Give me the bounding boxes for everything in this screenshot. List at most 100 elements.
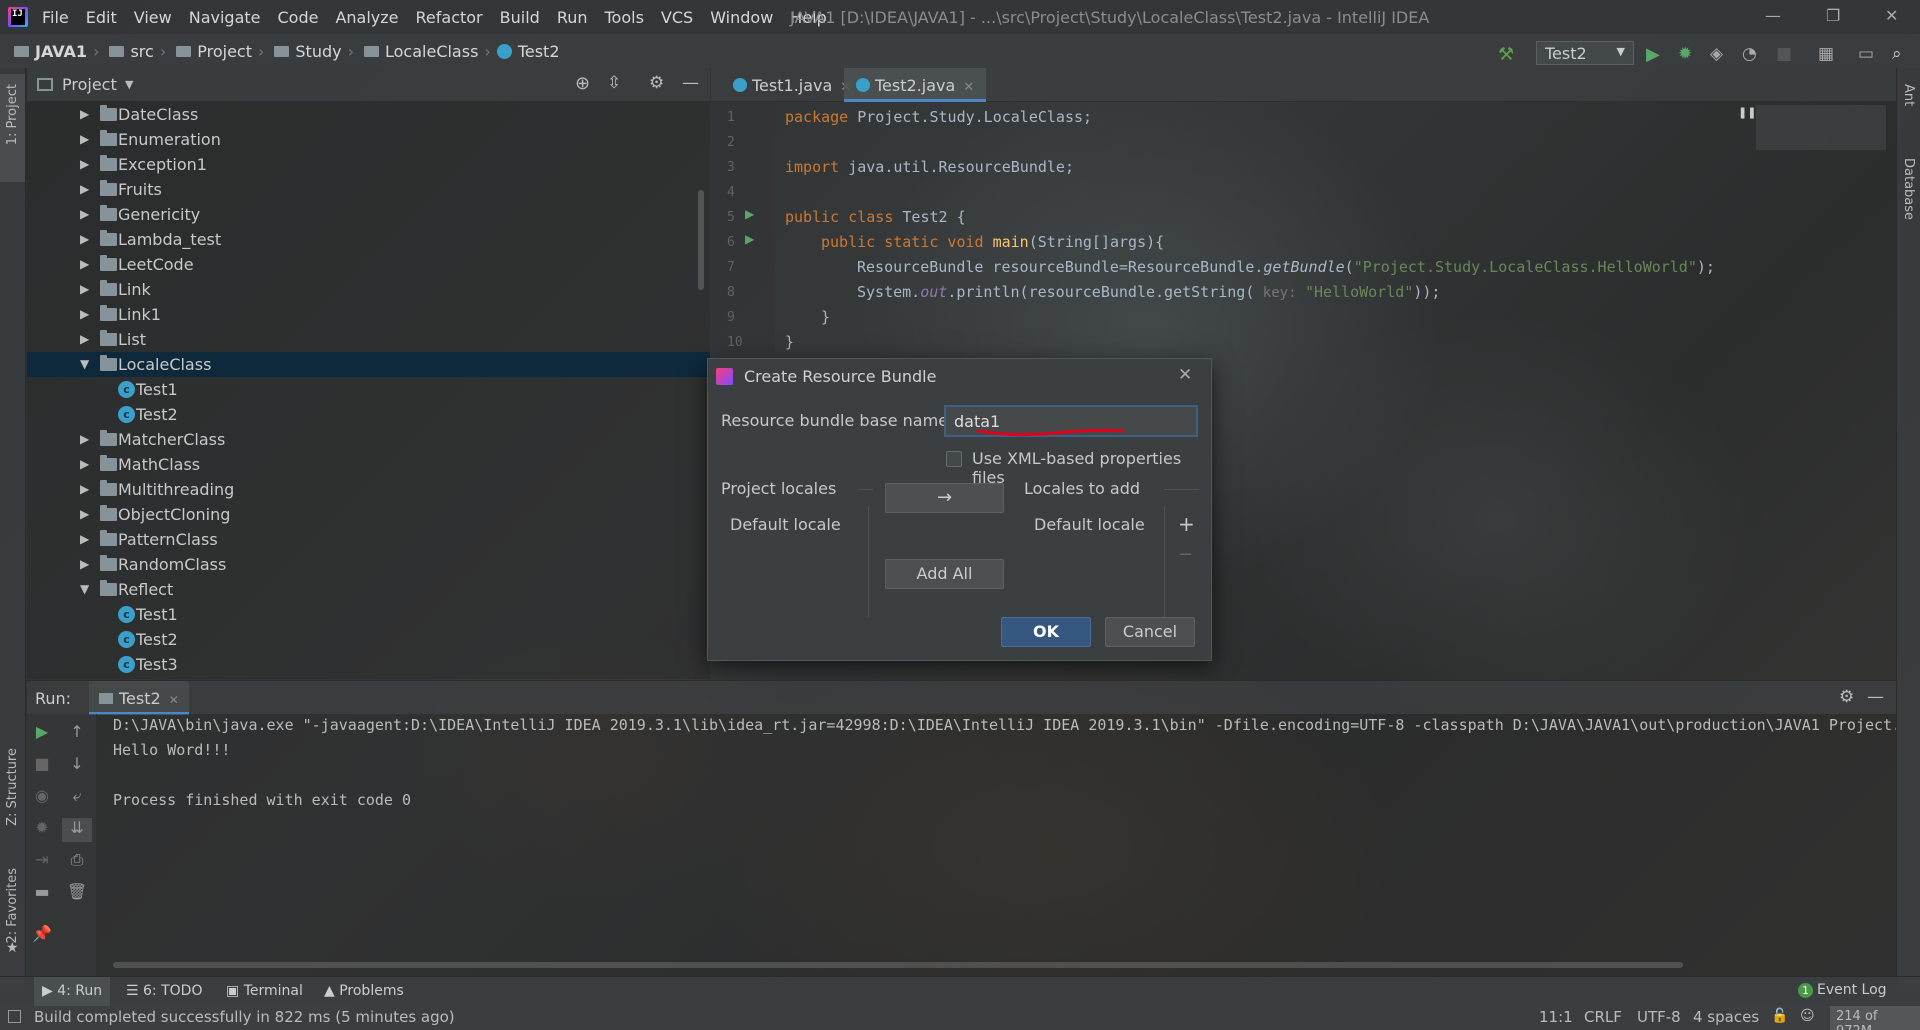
tree-item[interactable]: ▶ Enumeration: [27, 127, 710, 152]
locate-icon[interactable]: ⊕: [575, 73, 590, 94]
remove-locale-button[interactable]: −: [1178, 544, 1193, 565]
presentation-icon[interactable]: ▭: [1858, 44, 1876, 64]
tool-tab-problems[interactable]: ▲ Problems: [324, 983, 404, 999]
tool-tab-terminal[interactable]: ▣ Terminal: [226, 983, 303, 999]
stop-icon[interactable]: ■: [1776, 44, 1794, 64]
tree-item[interactable]: ▶ Lambda_test: [27, 227, 710, 252]
tab-test2[interactable]: Test2.java ✕: [844, 68, 987, 102]
menu-item[interactable]: Window: [710, 8, 773, 27]
indent-setting[interactable]: 4 spaces: [1693, 1008, 1759, 1026]
console-hscrollbar[interactable]: [113, 962, 1683, 968]
pin-icon[interactable]: 📌: [27, 924, 57, 948]
project-locale-item[interactable]: Default locale: [730, 515, 841, 534]
breadcrumb-item[interactable]: src: [130, 42, 153, 61]
add-all-button[interactable]: Add All: [885, 559, 1004, 589]
code-minimap[interactable]: [1756, 105, 1886, 150]
menu-item[interactable]: Refactor: [416, 8, 483, 27]
hide-icon[interactable]: —: [682, 73, 699, 93]
menu-item[interactable]: View: [134, 8, 172, 27]
tree-item[interactable]: ▶ DateClass: [27, 102, 710, 127]
tree-item[interactable]: ▶ PatternClass: [27, 527, 710, 552]
tree-item[interactable]: ▶ MathClass: [27, 452, 710, 477]
tree-item[interactable]: ▶ List: [27, 327, 710, 352]
tree-item[interactable]: ▶ ObjectCloning: [27, 502, 710, 527]
gear-icon[interactable]: ⚙: [649, 73, 664, 93]
menu-item[interactable]: File: [42, 8, 69, 27]
close-icon[interactable]: ✕: [1885, 6, 1898, 25]
hide-icon[interactable]: —: [1867, 687, 1884, 707]
chevron-right-icon[interactable]: ▶: [80, 157, 89, 171]
tree-item[interactable]: ▶ Link: [27, 277, 710, 302]
lock-icon[interactable]: 🔓: [1771, 1008, 1788, 1024]
menu-item[interactable]: Run: [557, 8, 588, 27]
inspector-icon[interactable]: ☺: [1800, 1008, 1815, 1024]
tool-tab-todo[interactable]: ☰ 6: TODO: [126, 983, 202, 999]
collapse-all-icon[interactable]: ⇳: [607, 73, 621, 93]
file-encoding[interactable]: UTF-8: [1637, 1008, 1681, 1026]
stop-icon[interactable]: ■: [27, 754, 57, 778]
profile-icon[interactable]: ◔: [1742, 44, 1760, 64]
chevron-right-icon[interactable]: ▶: [80, 557, 89, 571]
tool-window-structure[interactable]: Z: Structure: [5, 748, 20, 826]
build-hammer-icon[interactable]: ⚒: [1498, 44, 1516, 65]
camera-icon[interactable]: ◉: [27, 786, 57, 810]
tree-item[interactable]: ▶ LeetCode: [27, 252, 710, 277]
chevron-right-icon[interactable]: ▶: [80, 182, 89, 196]
chevron-right-icon[interactable]: ▶: [80, 307, 89, 321]
tool-tab-run[interactable]: ▶ 4: Run: [34, 977, 111, 1006]
layout-icon[interactable]: ▬: [27, 882, 57, 906]
tree-item[interactable]: c Test1: [27, 602, 710, 627]
breadcrumb-item[interactable]: Study: [295, 42, 341, 61]
tool-window-favorites[interactable]: 2: Favorites: [5, 868, 20, 944]
tree-item[interactable]: c Test1: [27, 377, 710, 402]
tree-item[interactable]: c Test3: [27, 652, 710, 677]
add-locale-button[interactable]: +: [1178, 512, 1195, 536]
tab-test1[interactable]: Test1.java✕: [721, 68, 863, 102]
tool-window-database[interactable]: Database: [1901, 158, 1916, 220]
project-view-select[interactable]: Project: [62, 75, 117, 94]
close-tab-icon[interactable]: ✕: [169, 693, 179, 707]
chevron-down-icon[interactable]: ▼: [80, 357, 89, 371]
tree-item[interactable]: ▶ Link1: [27, 302, 710, 327]
breadcrumb-item[interactable]: LocaleClass: [385, 42, 478, 61]
chevron-right-icon[interactable]: ▶: [80, 207, 89, 221]
run-main-gutter-icon[interactable]: ▶: [745, 232, 754, 246]
run-icon[interactable]: ▶: [1646, 44, 1664, 65]
up-icon[interactable]: ↑: [62, 722, 92, 746]
debug-icon[interactable]: ✹: [27, 818, 57, 842]
tool-window-project[interactable]: 1: Project: [0, 74, 25, 182]
status-message[interactable]: Build completed successfully in 822 ms (…: [34, 1008, 455, 1026]
breadcrumb-item[interactable]: Project: [197, 42, 252, 61]
restore-icon[interactable]: ❐: [1826, 6, 1840, 25]
soft-wrap-icon[interactable]: ⤶: [62, 786, 92, 810]
menu-item[interactable]: Analyze: [335, 8, 398, 27]
run-config-select[interactable]: Test2 ▼: [1536, 41, 1634, 65]
chevron-right-icon[interactable]: ▶: [80, 507, 89, 521]
chevron-right-icon[interactable]: ▶: [80, 532, 89, 546]
ok-button[interactable]: OK: [1001, 617, 1091, 647]
menu-item[interactable]: Tools: [605, 8, 644, 27]
tree-item[interactable]: ▶ Exception1: [27, 152, 710, 177]
close-icon[interactable]: ✕: [1178, 365, 1192, 385]
tree-item[interactable]: ▶ Fruits: [27, 177, 710, 202]
close-tab-icon[interactable]: ✕: [963, 80, 974, 95]
chevron-right-icon[interactable]: ▶: [80, 332, 89, 346]
down-icon[interactable]: ↓: [62, 754, 92, 778]
search-icon[interactable]: ⌕: [1892, 44, 1910, 64]
caret-position[interactable]: 11:1: [1539, 1008, 1573, 1026]
tree-item[interactable]: c Test2: [27, 402, 710, 427]
chevron-right-icon[interactable]: ▶: [80, 457, 89, 471]
tree-item[interactable]: ▶ MatcherClass: [27, 427, 710, 452]
tree-item[interactable]: ▼ LocaleClass: [27, 352, 710, 377]
menu-item[interactable]: Code: [278, 8, 319, 27]
tree-item[interactable]: ▶ Genericity: [27, 202, 710, 227]
tool-window-ant[interactable]: Ant: [1901, 84, 1916, 106]
xml-properties-checkbox[interactable]: [946, 451, 962, 467]
chevron-right-icon[interactable]: ▶: [80, 232, 89, 246]
tree-scrollbar[interactable]: [698, 190, 704, 290]
memory-indicator[interactable]: 214 of 972M: [1830, 1006, 1920, 1030]
breadcrumb-project[interactable]: JAVA1: [35, 42, 87, 61]
chevron-right-icon[interactable]: ▶: [80, 107, 89, 121]
rerun-icon[interactable]: ▶: [27, 722, 57, 746]
print-icon[interactable]: ⎙: [62, 850, 92, 874]
